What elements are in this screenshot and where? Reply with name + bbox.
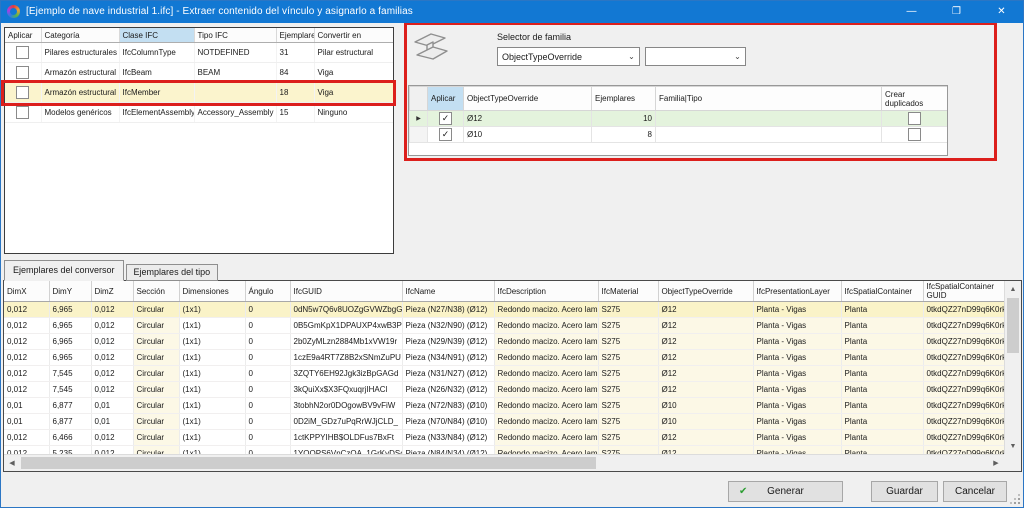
row-selector: ▶ xyxy=(409,110,428,127)
category-column-header[interactable]: Categoría xyxy=(41,28,120,43)
row-header xyxy=(409,86,428,111)
instance-row[interactable]: 0,012 6,965 0,012 Circular (1x1) 0 1czE9a4RT7Z… xyxy=(4,349,1004,366)
category-row[interactable]: Modelos genéricos IfcElementAssembly Acc… xyxy=(5,102,393,123)
apply-checkbox[interactable] xyxy=(16,66,30,79)
instance-column-header[interactable]: IfcSpatialContainer xyxy=(841,281,924,302)
family-column-header[interactable]: Ejemplares xyxy=(591,86,656,111)
minimize-button[interactable]: — xyxy=(889,0,934,23)
family-column-header[interactable]: ObjectTypeOverride xyxy=(463,86,592,111)
window-title: [Ejemplo de nave industrial 1.ifc] - Ext… xyxy=(26,6,413,17)
family-selector-panel: Selector de familia ObjectTypeOverride ⌄… xyxy=(404,22,997,161)
apply-checkbox[interactable] xyxy=(16,106,30,119)
instance-row[interactable]: 0,012 6,965 0,012 Circular (1x1) 0 0dN5w7Q6v8U… xyxy=(4,301,1004,318)
instance-column-header[interactable]: DimZ xyxy=(91,281,134,302)
generar-button[interactable]: ✔ Generar xyxy=(728,481,843,502)
category-row[interactable]: Armazón estructural IfcMember 18 Viga xyxy=(5,82,393,103)
resize-grip[interactable] xyxy=(1018,502,1020,504)
footer-bar: ✔ Generar Guardar Cancelar xyxy=(0,476,1024,508)
instance-row[interactable]: 0,012 6,466 0,012 Circular (1x1) 0 1ctKPPYIHB$… xyxy=(4,429,1004,446)
instance-column-header[interactable]: IfcName xyxy=(402,281,495,302)
vertical-scrollbar[interactable]: ▲ ▼ xyxy=(1004,281,1021,454)
family-row[interactable]: ▶ Ø12 10 xyxy=(409,110,947,127)
tab-ejemplares-del-tipo[interactable]: Ejemplares del tipo xyxy=(125,264,219,281)
instance-row[interactable]: 0,012 7,545 0,012 Circular (1x1) 0 3ZQTY6EH92J… xyxy=(4,365,1004,382)
category-row[interactable]: Armazón estructural IfcBeam BEAM 84 Viga xyxy=(5,62,393,83)
category-row[interactable]: Pilares estructurales IfcColumnType NOTD… xyxy=(5,42,393,63)
category-column-header[interactable]: Convertir en xyxy=(314,28,393,43)
instance-column-header[interactable]: Sección xyxy=(133,281,180,302)
tab-bar: Ejemplares del conversor Ejemplares del … xyxy=(4,260,219,281)
scroll-up-icon[interactable]: ▲ xyxy=(1005,281,1021,297)
guardar-button[interactable]: Guardar xyxy=(871,481,938,502)
crear-duplicados-checkbox[interactable] xyxy=(908,112,921,125)
horizontal-scrollbar[interactable]: ◀ ▶ xyxy=(4,454,1004,471)
row-selector xyxy=(409,126,428,143)
scroll-left-icon[interactable]: ◀ xyxy=(4,455,20,471)
instance-column-header[interactable]: IfcGUID xyxy=(290,281,403,302)
family-selector-label: Selector de familia xyxy=(497,32,572,42)
titlebar: [Ejemplo de nave industrial 1.ifc] - Ext… xyxy=(0,0,1024,23)
crear-duplicados-checkbox[interactable] xyxy=(908,128,921,141)
category-table: Aplicar Categoría Clase IFC Tipo IFC Ejempla… xyxy=(4,27,394,254)
maximize-button[interactable]: ❐ xyxy=(934,0,979,23)
instance-row[interactable]: 0,01 6,877 0,01 Circular (1x1) 0 3tobhN2or0DOg… xyxy=(4,397,1004,414)
guardar-button-label: Guardar xyxy=(886,486,923,497)
apply-checkbox[interactable] xyxy=(439,112,452,125)
instances-table: DimX DimY DimZ Sección Dimensiones Ángulo IfcG… xyxy=(3,280,1022,472)
app-icon xyxy=(7,5,20,18)
mode-dropdown-value: ObjectTypeOverride xyxy=(502,51,583,62)
instance-column-header[interactable]: IfcPresentationLayer xyxy=(753,281,842,302)
instance-row[interactable]: 0,01 6,877 0,01 Circular (1x1) 0 0D2iM_GDz7uPq… xyxy=(4,413,1004,430)
scrollbar-corner xyxy=(1004,454,1021,471)
category-column-header[interactable]: Aplicar xyxy=(5,28,42,43)
family-row[interactable]: Ø10 8 xyxy=(409,126,947,143)
apply-checkbox[interactable] xyxy=(16,46,30,59)
instance-column-header[interactable]: IfcDescription xyxy=(494,281,599,302)
cancelar-button[interactable]: Cancelar xyxy=(943,481,1007,502)
instance-row[interactable]: 0,012 7,545 0,012 Circular (1x1) 0 3kQuiXx$X3F… xyxy=(4,381,1004,398)
chevron-down-icon: ⌄ xyxy=(628,52,635,61)
tab-ejemplares-del-conversor[interactable]: Ejemplares del conversor xyxy=(4,260,124,281)
instance-column-header[interactable]: DimY xyxy=(49,281,92,302)
chevron-down-icon: ⌄ xyxy=(734,52,741,61)
scroll-down-icon[interactable]: ▼ xyxy=(1005,438,1021,454)
beam-icon xyxy=(414,33,448,60)
vertical-scrollbar-thumb[interactable] xyxy=(1007,298,1019,353)
close-button[interactable]: ✕ xyxy=(979,0,1024,23)
horizontal-scrollbar-thumb[interactable] xyxy=(21,457,596,469)
cancelar-button-label: Cancelar xyxy=(954,486,996,497)
instance-column-header[interactable]: DimX xyxy=(4,281,50,302)
family-dropdown[interactable]: ⌄ xyxy=(645,47,746,66)
instance-column-header[interactable]: Dimensiones xyxy=(179,281,246,302)
apply-checkbox[interactable] xyxy=(16,86,30,99)
apply-checkbox[interactable] xyxy=(439,128,452,141)
category-column-header[interactable]: Ejemplares xyxy=(276,28,315,43)
family-grid: Aplicar ObjectTypeOverride Ejemplares Famil… xyxy=(408,85,948,156)
family-column-header[interactable]: Aplicar xyxy=(427,86,464,111)
scroll-right-icon[interactable]: ▶ xyxy=(988,455,1004,471)
instance-row[interactable]: 0,012 5,235 0,012 Circular (1x1) 0 1YOOPS6VnCz… xyxy=(4,445,1004,454)
instance-column-header[interactable]: IfcSpatialContainer GUID xyxy=(923,281,1004,302)
instance-column-header[interactable]: ObjectTypeOverride xyxy=(658,281,754,302)
category-column-header[interactable]: Clase IFC xyxy=(119,28,195,43)
instance-row[interactable]: 0,012 6,965 0,012 Circular (1x1) 0 0B5GmKpX1DP… xyxy=(4,317,1004,334)
instance-row[interactable]: 0,012 6,965 0,012 Circular (1x1) 0 2b0ZyMLzn28… xyxy=(4,333,1004,350)
family-column-header[interactable]: Crear duplicados xyxy=(881,86,947,111)
mode-dropdown[interactable]: ObjectTypeOverride ⌄ xyxy=(497,47,640,66)
category-column-header[interactable]: Tipo IFC xyxy=(194,28,277,43)
check-icon: ✔ xyxy=(739,486,748,497)
instance-column-header[interactable]: IfcMaterial xyxy=(598,281,659,302)
instance-column-header[interactable]: Ángulo xyxy=(245,281,291,302)
generar-button-label: Generar xyxy=(767,486,804,497)
family-column-header[interactable]: Familia|Tipo xyxy=(655,86,882,111)
